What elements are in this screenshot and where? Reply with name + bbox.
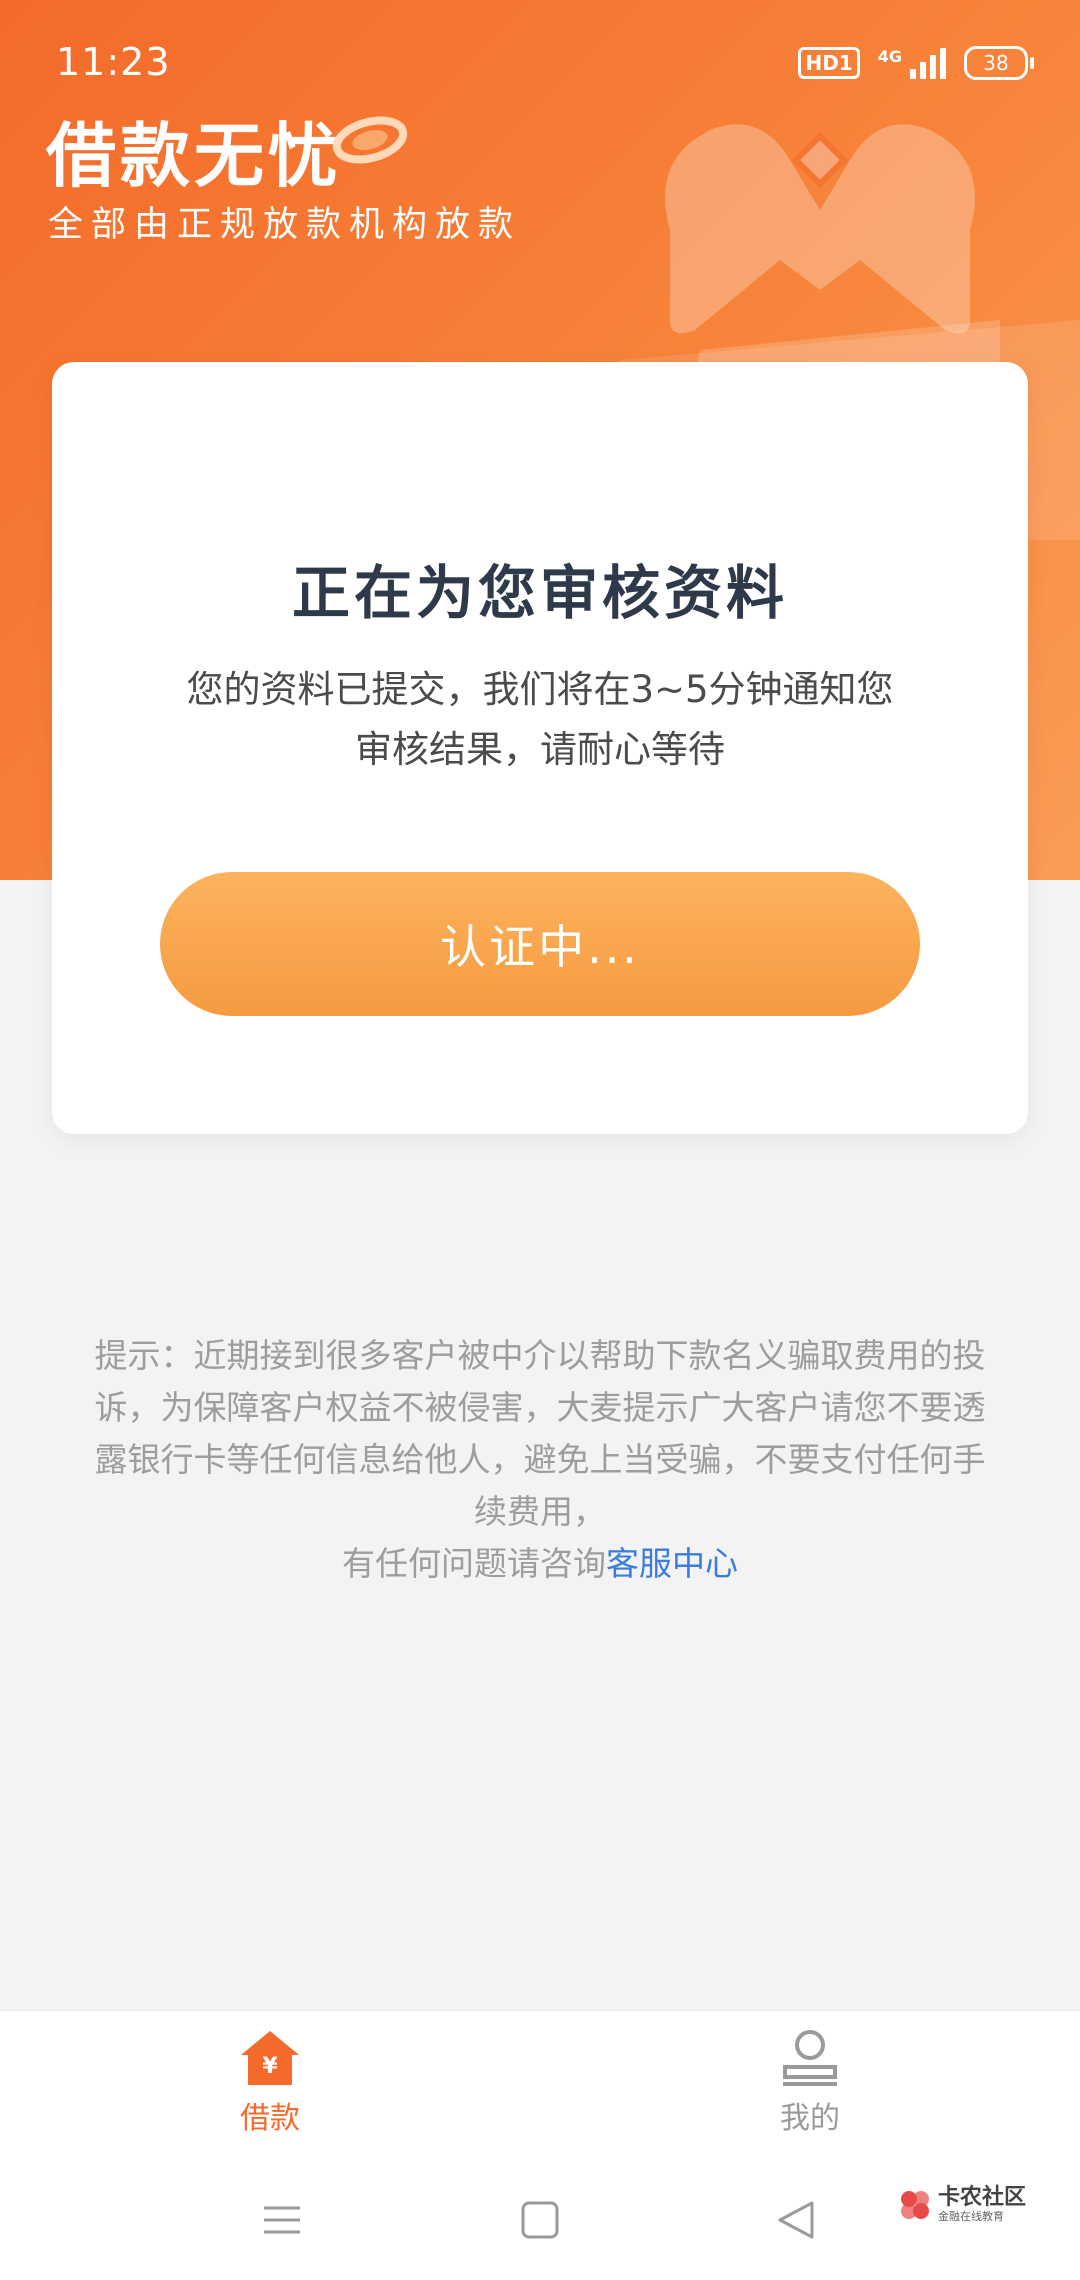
cellular-signal-icon: 4G xyxy=(878,47,946,79)
watermark-logo: 卡农社区 金融在线教育 xyxy=(898,2186,1026,2224)
user-profile-icon xyxy=(783,2030,837,2086)
app-subtitle: 全部由正规放款机构放款 xyxy=(48,205,522,245)
tab-mine[interactable]: 我的 xyxy=(710,2029,910,2137)
back-icon[interactable] xyxy=(776,2200,816,2240)
review-status-card: 正在为您审核资料 您的资料已提交，我们将在3~5分钟通知您审核结果，请耐心等待 … xyxy=(52,362,1028,1134)
bottom-tab-bar: ¥ 借款 我的 xyxy=(0,2010,1080,2171)
battery-icon: 38 xyxy=(964,46,1034,80)
community-logo-icon xyxy=(901,2191,929,2219)
status-indicators: HD1 4G 38 xyxy=(798,46,1034,80)
menu-icon[interactable] xyxy=(262,2200,302,2240)
anti-fraud-notice: 提示：近期接到很多客户被中介以帮助下款名义骗取费用的投诉，为保障客户权益不被侵害… xyxy=(90,1330,990,1590)
status-time: 11:23 xyxy=(56,40,171,84)
watermark-title: 卡农社区 xyxy=(938,2185,1027,2210)
hd-voice-icon: HD1 xyxy=(798,47,860,79)
app-title: 借款无忧 xyxy=(46,115,342,197)
network-type: 4G xyxy=(877,47,902,66)
tab-loan[interactable]: ¥ 借款 xyxy=(170,2029,370,2137)
swirl-logo-icon xyxy=(332,116,408,164)
svg-text:¥: ¥ xyxy=(262,2054,278,2079)
loan-house-icon: ¥ xyxy=(241,2031,299,2085)
tab-loan-label: 借款 xyxy=(240,2101,300,2136)
verification-status-button[interactable]: 认证中... xyxy=(160,872,920,1016)
review-title: 正在为您审核资料 xyxy=(291,559,788,627)
customer-service-link[interactable]: 客服中心 xyxy=(606,1544,738,1583)
watermark-subtitle: 金融在线教育 xyxy=(938,2210,1004,2223)
notice-text: 提示：近期接到很多客户被中介以帮助下款名义骗取费用的投诉，为保障客户权益不被侵害… xyxy=(94,1336,986,1531)
home-icon[interactable] xyxy=(520,2200,560,2240)
review-description: 您的资料已提交，我们将在3~5分钟通知您审核结果，请耐心等待 xyxy=(186,668,894,771)
notice-contact-prefix: 有任何问题请咨询 xyxy=(342,1544,606,1583)
tab-mine-label: 我的 xyxy=(780,2101,840,2136)
